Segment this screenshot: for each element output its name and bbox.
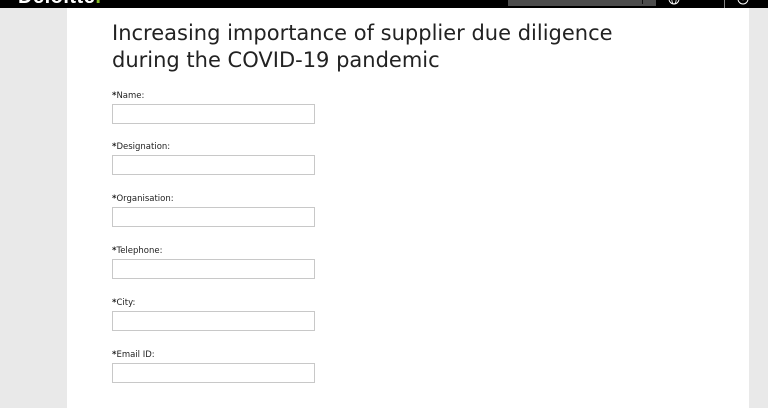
organisation-label: *Organisation: [112,194,316,206]
telephone-label: *Telephone: [112,246,316,258]
page-title: Increasing importance of supplier due di… [112,21,613,72]
email-input[interactable] [112,363,315,383]
search-input[interactable] [508,0,656,6]
search-icon[interactable] [642,0,643,4]
telephone-label-text: Telephone: [116,246,163,256]
name-input[interactable] [112,104,315,124]
telephone-input[interactable] [112,259,315,279]
designation-label: *Designation: [112,142,316,154]
organisation-field-group: *Organisation: [112,194,316,227]
designation-input[interactable] [112,155,315,175]
name-field-group: *Name: [112,91,316,124]
city-label: *City: [112,298,316,310]
city-label-text: City: [116,298,136,308]
name-label-text: Name: [116,91,145,101]
user-icon[interactable] [737,0,749,5]
email-label: *Email ID: [112,350,316,362]
email-label-text: Email ID: [116,350,155,360]
globe-icon[interactable] [668,0,680,5]
designation-label-text: Designation: [116,142,171,152]
email-field-group: *Email ID: [112,350,316,383]
top-navigation-bar: Deloitte. [0,0,768,8]
logo-text: Deloitte [18,0,95,8]
telephone-field-group: *Telephone: [112,246,316,279]
organisation-input[interactable] [112,207,315,227]
logo-dot: . [95,0,101,8]
designation-field-group: *Designation: [112,142,316,175]
header-divider [724,0,725,8]
name-label: *Name: [112,91,316,103]
organisation-label-text: Organisation: [116,194,174,204]
city-input[interactable] [112,311,315,331]
city-field-group: *City: [112,298,316,331]
deloitte-logo[interactable]: Deloitte. [18,0,101,7]
